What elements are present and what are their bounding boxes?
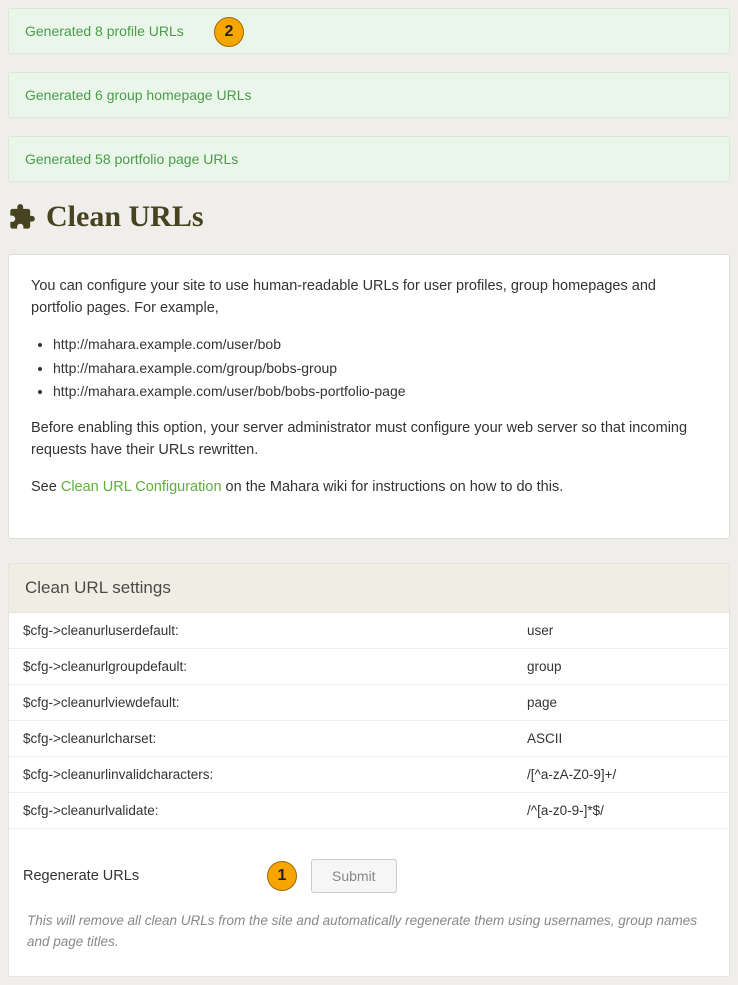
see-suffix: on the Mahara wiki for instructions on h… <box>222 479 564 495</box>
intro-before: Before enabling this option, your server… <box>31 417 707 462</box>
settings-header: Clean URL settings <box>9 564 729 613</box>
page-title-text: Clean URLs <box>46 200 204 234</box>
setting-val: user <box>513 613 729 649</box>
setting-val: group <box>513 649 729 685</box>
alert-group-urls: Generated 6 group homepage URLs <box>8 72 730 118</box>
regenerate-help: This will remove all clean URLs from the… <box>23 911 715 958</box>
clean-url-config-link[interactable]: Clean URL Configuration <box>61 479 222 495</box>
alert-text: Generated 8 profile URLs <box>25 23 184 39</box>
alert-profile-urls: Generated 8 profile URLs 2 <box>8 8 730 54</box>
setting-key: $cfg->cleanurluserdefault: <box>9 613 513 649</box>
setting-val: /^[a-z0-9-]*$/ <box>513 793 729 829</box>
setting-val: /[^a-zA-Z0-9]+/ <box>513 757 729 793</box>
setting-val: page <box>513 685 729 721</box>
puzzle-icon <box>8 203 36 231</box>
setting-key: $cfg->cleanurlcharset: <box>9 721 513 757</box>
intro-panel: You can configure your site to use human… <box>8 254 730 539</box>
settings-table: $cfg->cleanurluserdefault: user $cfg->cl… <box>9 613 729 829</box>
setting-key: $cfg->cleanurlinvalidcharacters: <box>9 757 513 793</box>
table-row: $cfg->cleanurlcharset: ASCII <box>9 721 729 757</box>
setting-val: ASCII <box>513 721 729 757</box>
example-item: http://mahara.example.com/user/bob/bobs-… <box>53 381 707 403</box>
regenerate-label: Regenerate URLs <box>23 868 253 884</box>
see-prefix: See <box>31 479 61 495</box>
alert-text: Generated 58 portfolio page URLs <box>25 151 238 167</box>
alert-text: Generated 6 group homepage URLs <box>25 87 251 103</box>
annotation-badge-2: 2 <box>214 17 244 47</box>
alert-portfolio-urls: Generated 58 portfolio page URLs <box>8 136 730 182</box>
setting-key: $cfg->cleanurlvalidate: <box>9 793 513 829</box>
intro-see: See Clean URL Configuration on the Mahar… <box>31 476 707 498</box>
table-row: $cfg->cleanurlviewdefault: page <box>9 685 729 721</box>
example-list: http://mahara.example.com/user/bob http:… <box>53 334 707 403</box>
intro-lead: You can configure your site to use human… <box>31 275 707 320</box>
regenerate-form: Regenerate URLs 1 Submit This will remov… <box>9 829 729 976</box>
example-item: http://mahara.example.com/user/bob <box>53 334 707 356</box>
table-row: $cfg->cleanurluserdefault: user <box>9 613 729 649</box>
table-row: $cfg->cleanurlgroupdefault: group <box>9 649 729 685</box>
setting-key: $cfg->cleanurlgroupdefault: <box>9 649 513 685</box>
example-item: http://mahara.example.com/group/bobs-gro… <box>53 358 707 380</box>
annotation-badge-1: 1 <box>267 861 297 891</box>
form-row: Regenerate URLs 1 Submit <box>23 859 715 893</box>
table-row: $cfg->cleanurlinvalidcharacters: /[^a-zA… <box>9 757 729 793</box>
page-title: Clean URLs <box>8 200 730 234</box>
table-row: $cfg->cleanurlvalidate: /^[a-z0-9-]*$/ <box>9 793 729 829</box>
setting-key: $cfg->cleanurlviewdefault: <box>9 685 513 721</box>
submit-button[interactable]: Submit <box>311 859 397 893</box>
settings-card: Clean URL settings $cfg->cleanurluserdef… <box>8 563 730 977</box>
